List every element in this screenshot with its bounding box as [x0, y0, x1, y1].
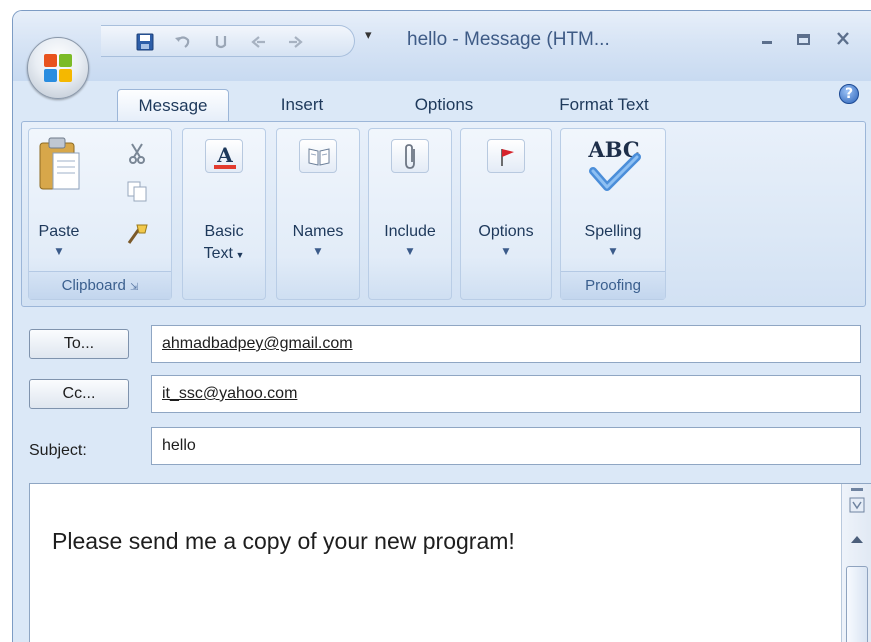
next-item-icon[interactable]: [285, 32, 305, 52]
options-group: Options ▼: [460, 128, 552, 300]
cc-recipient[interactable]: it_ssc@yahoo.com: [162, 385, 297, 402]
office-logo-icon: [44, 54, 72, 82]
address-book-icon[interactable]: [299, 139, 337, 173]
ruler-toggle-icon[interactable]: [847, 486, 867, 520]
previous-item-icon[interactable]: [249, 32, 269, 52]
basic-text-label-line2[interactable]: Text ▼: [183, 243, 265, 266]
copy-icon[interactable]: [125, 179, 149, 203]
include-group: Include ▼: [368, 128, 452, 300]
include-dropdown-arrow[interactable]: ▼: [369, 247, 451, 257]
office-button[interactable]: [27, 37, 89, 99]
subject-field[interactable]: hello: [151, 427, 861, 465]
undo-icon[interactable]: [173, 32, 193, 52]
paste-dropdown-arrow[interactable]: ▼: [29, 247, 89, 257]
names-button-label[interactable]: Names: [277, 221, 359, 243]
redo-icon[interactable]: [211, 32, 231, 52]
to-field[interactable]: ahmadbadpey@gmail.com: [151, 325, 861, 363]
ribbon: Paste ▼ Clipboard ⇲ A Basic Text ▼ Names…: [21, 121, 866, 307]
cut-icon[interactable]: [125, 141, 149, 165]
spelling-icon[interactable]: ABC: [581, 135, 647, 197]
maximize-icon[interactable]: [789, 27, 817, 51]
names-dropdown-arrow[interactable]: ▼: [277, 247, 359, 257]
cc-field[interactable]: it_ssc@yahoo.com: [151, 375, 861, 413]
scrollbar-thumb[interactable]: [846, 566, 868, 642]
vertical-scrollbar[interactable]: [841, 484, 871, 642]
quick-access-toolbar: [101, 25, 355, 57]
options-dropdown-arrow[interactable]: ▼: [461, 247, 551, 257]
to-button[interactable]: To...: [29, 329, 129, 359]
svg-text:A: A: [216, 143, 233, 167]
clipboard-group: Paste ▼ Clipboard ⇲: [28, 128, 172, 300]
ribbon-tab-strip: Message Insert Options Format Text: [13, 81, 871, 121]
tab-message[interactable]: Message: [117, 89, 229, 121]
cc-button[interactable]: Cc...: [29, 379, 129, 409]
dialog-launcher-icon[interactable]: ⇲: [130, 282, 138, 293]
tab-format-text[interactable]: Format Text: [529, 89, 679, 121]
help-icon[interactable]: ?: [839, 84, 859, 104]
minimize-icon[interactable]: [753, 27, 781, 51]
names-group: Names ▼: [276, 128, 360, 300]
format-painter-icon[interactable]: [125, 219, 149, 247]
basic-text-label-line1[interactable]: Basic: [183, 221, 265, 243]
customize-qat-dropdown[interactable]: ▾: [365, 28, 379, 48]
scroll-up-arrow-icon[interactable]: [848, 532, 866, 546]
tab-options[interactable]: Options: [389, 89, 499, 121]
basic-text-group: A Basic Text ▼: [182, 128, 266, 300]
window-title: hello - Message (HTM...: [407, 29, 610, 50]
tab-insert[interactable]: Insert: [257, 89, 347, 121]
follow-up-flag-icon[interactable]: [487, 139, 525, 173]
paste-icon[interactable]: [37, 135, 81, 193]
message-header-form: To... ahmadbadpey@gmail.com Cc... it_ssc…: [13, 307, 871, 642]
save-icon[interactable]: [135, 32, 155, 52]
paperclip-icon[interactable]: [391, 139, 429, 173]
title-bar: ▾ hello - Message (HTM...: [13, 11, 871, 81]
close-icon[interactable]: [829, 27, 857, 51]
paste-button-label[interactable]: Paste: [29, 221, 89, 243]
proofing-group: ABC Spelling ▼ Proofing: [560, 128, 666, 300]
to-recipient[interactable]: ahmadbadpey@gmail.com: [162, 335, 353, 352]
outlook-message-window: ▾ hello - Message (HTM... Message Insert…: [12, 10, 871, 642]
clipboard-group-label: Clipboard ⇲: [29, 271, 171, 299]
message-body[interactable]: Please send me a copy of your new progra…: [29, 483, 871, 642]
include-button-label[interactable]: Include: [369, 221, 451, 243]
proofing-group-label: Proofing: [561, 271, 665, 299]
options-button-label[interactable]: Options: [461, 221, 551, 243]
basic-text-icon[interactable]: A: [205, 139, 243, 173]
spelling-dropdown-arrow[interactable]: ▼: [561, 247, 665, 257]
spelling-button-label[interactable]: Spelling: [561, 221, 665, 243]
subject-label: Subject:: [29, 442, 87, 459]
message-body-text[interactable]: Please send me a copy of your new progra…: [52, 528, 515, 555]
